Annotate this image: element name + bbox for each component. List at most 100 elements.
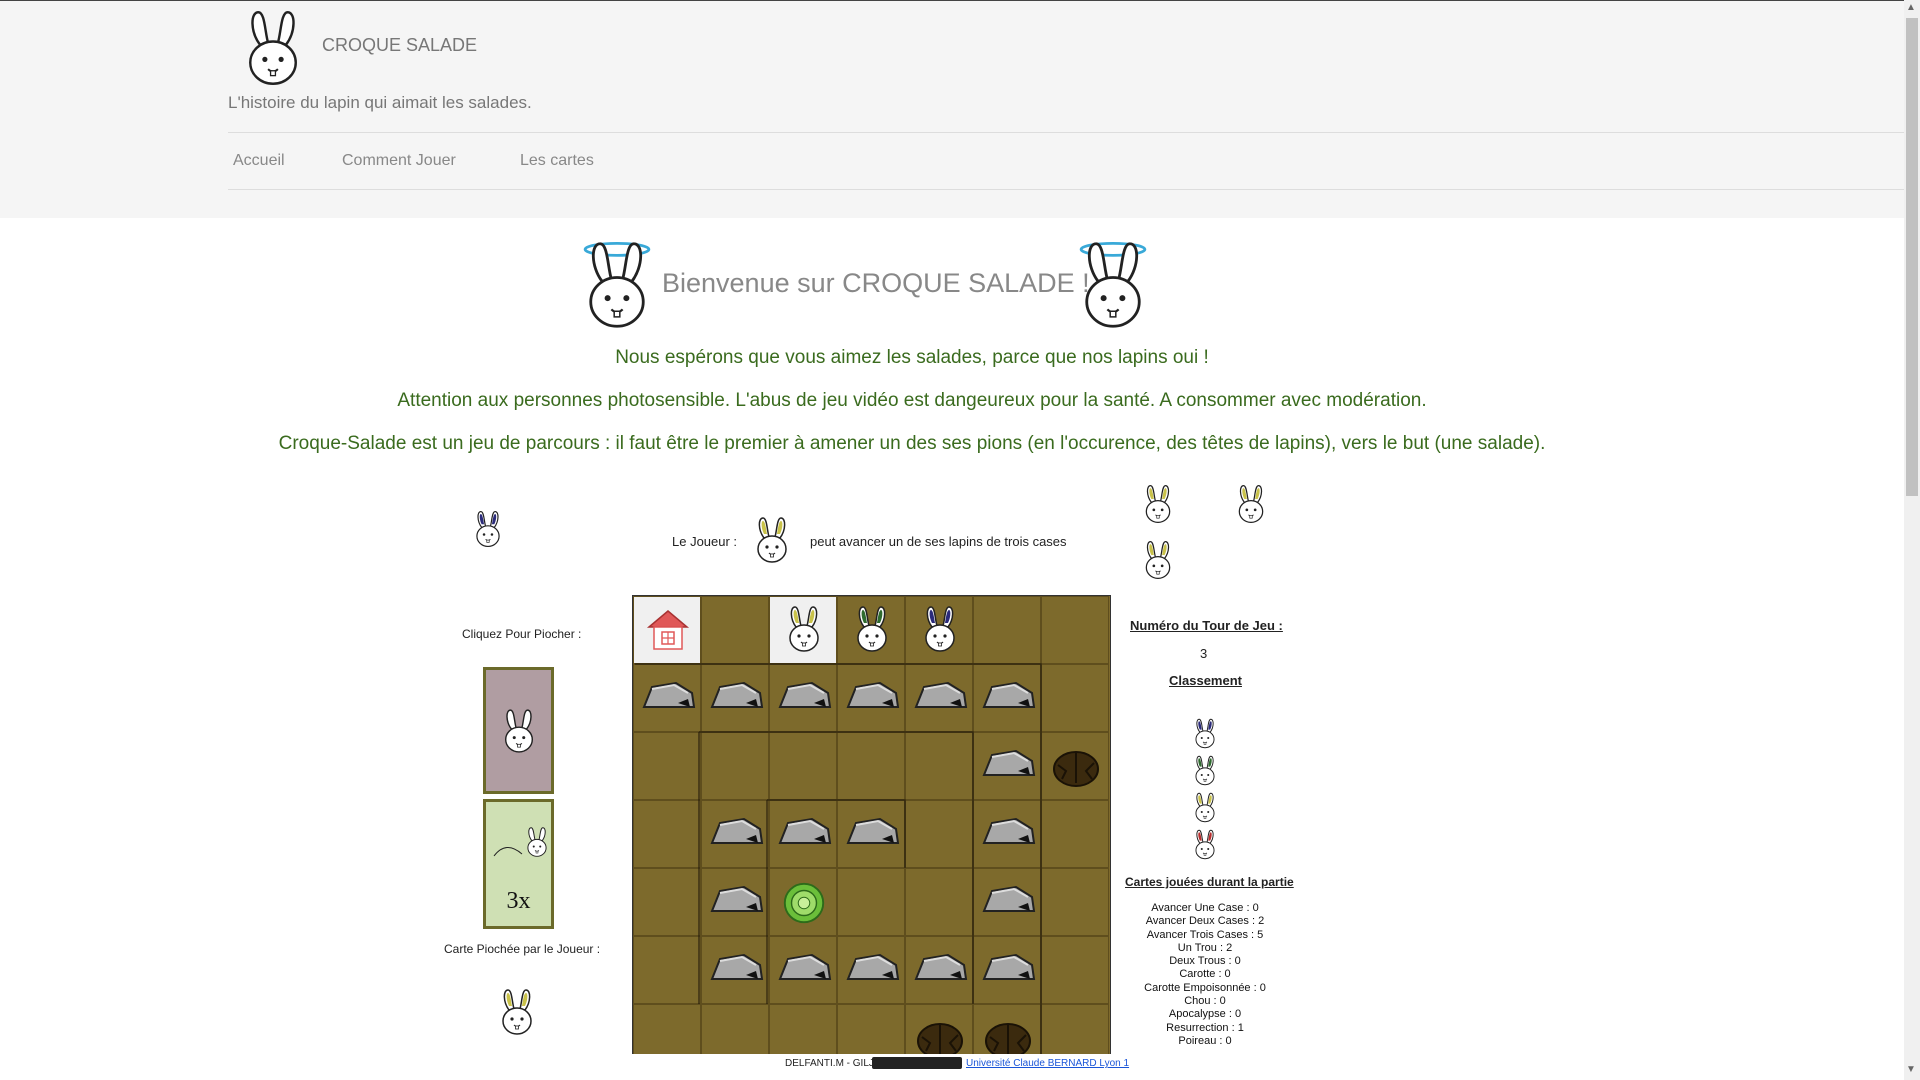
site-tagline: L'histoire du lapin qui aimait les salad… (228, 93, 532, 112)
board-cell[interactable] (769, 596, 837, 664)
rock-icon (910, 949, 970, 989)
turn-label: Numéro du Tour de Jeu : (1130, 618, 1283, 633)
rock-icon (842, 813, 902, 853)
rock-icon (706, 949, 766, 989)
rock-icon (978, 745, 1038, 785)
board-cell[interactable] (905, 800, 973, 868)
green-bunny-pawn-icon[interactable] (852, 605, 892, 653)
draw-label: Cliquez Pour Piocher : (462, 627, 582, 641)
hole-icon (910, 1015, 970, 1057)
rock-icon (706, 813, 766, 853)
stat-deux-trous: Deux Trous : 0 (1169, 955, 1241, 968)
rock-cell (837, 936, 905, 1004)
rock-cell (973, 732, 1041, 800)
rock-cell (905, 936, 973, 1004)
stat-avancer-deux-cases: Avancer Deux Cases : 2 (1145, 915, 1265, 928)
stat-chou: Chou : 0 (1184, 995, 1226, 1008)
board-cell[interactable] (633, 936, 701, 1004)
rock-cell (973, 936, 1041, 1004)
scrollbar-thumb[interactable] (1906, 18, 1918, 496)
draw-pile-card[interactable] (483, 667, 554, 794)
site-header: CROQUE SALADE L'histoire du lapin qui ai… (0, 1, 1904, 218)
scroll-up-arrow-icon[interactable]: ▲ (1906, 2, 1916, 13)
rock-cell (973, 868, 1041, 936)
rock-icon (706, 677, 766, 717)
board-cell-home[interactable] (633, 596, 701, 664)
board-cell[interactable] (633, 868, 701, 936)
rank-1-bunny-icon (1192, 718, 1218, 749)
drawn-label: Carte Piochée par le Joueur : (444, 942, 601, 956)
rock-icon (978, 677, 1038, 717)
bunny-logo-icon[interactable] (240, 9, 306, 87)
yellow-bunny-pawn-icon[interactable] (1234, 484, 1268, 524)
board-cell[interactable] (837, 596, 905, 664)
footer-university-link[interactable]: Université Claude BERNARD Lyon 1 (966, 1058, 1129, 1069)
drawn-card: 3x (483, 799, 554, 929)
stat-avancer-une-case: Avancer Une Case : 0 (1151, 902, 1259, 914)
yellow-bunny-pawn-icon[interactable] (1141, 484, 1175, 524)
board-cell[interactable] (1041, 664, 1109, 732)
scroll-down-arrow-icon[interactable]: ▼ (1906, 1064, 1916, 1075)
rock-icon (978, 813, 1038, 853)
rock-icon (774, 949, 834, 989)
rock-cell (769, 664, 837, 732)
player-action: peut avancer un de ses lapins de trois c… (810, 534, 1067, 549)
creative-commons-badge-icon[interactable] (872, 1057, 962, 1069)
rock-icon (978, 949, 1038, 989)
stat-poireau: Poireau : 0 (1178, 1034, 1232, 1047)
drawing-player-bunny-icon (497, 988, 537, 1036)
cards-played-list: Avancer Une Case : 0 Avancer Deux Cases … (1080, 902, 1330, 1048)
board-cell[interactable] (633, 800, 701, 868)
salad-goal-cell[interactable] (769, 868, 837, 936)
rules-message: Croque-Salade est un jeu de parcours : i… (278, 433, 1546, 454)
board-cell[interactable] (633, 732, 701, 800)
yellow-bunny-pawn-icon[interactable] (784, 605, 824, 653)
board-cell[interactable] (769, 732, 837, 800)
board-cell[interactable] (633, 1004, 701, 1056)
board-cell[interactable] (905, 868, 973, 936)
board-cell[interactable] (837, 868, 905, 936)
stat-un-trou: Un Trou : 2 (1177, 941, 1233, 954)
rock-cell (701, 868, 769, 936)
rank-4-bunny-icon (1192, 829, 1218, 860)
board-cell[interactable] (973, 596, 1041, 664)
stat-carotte-empoisonnee: Carotte Empoisonnée : 0 (1144, 981, 1266, 994)
rock-icon (978, 881, 1038, 921)
divider (228, 189, 1904, 190)
stat-avancer-trois-cases: Avancer Trois Cases : 5 (1146, 928, 1264, 941)
board-cell[interactable] (837, 732, 905, 800)
stat-resurrection: Resurrection : 1 (1166, 1021, 1244, 1034)
board-cell[interactable] (701, 596, 769, 664)
rock-cell (701, 800, 769, 868)
welcome-title: Bienvenue sur CROQUE SALADE ! (662, 268, 1090, 298)
board-cell[interactable] (905, 596, 973, 664)
board-cell[interactable] (1041, 596, 1109, 664)
blue-bunny-icon (472, 510, 504, 548)
nav-comment-jouer[interactable]: Comment Jouer (342, 152, 456, 170)
board-cell[interactable] (769, 1004, 837, 1056)
rank-3-bunny-icon (1192, 792, 1218, 823)
yellow-bunny-pawn-icon[interactable] (1141, 540, 1175, 580)
board-cell[interactable] (1041, 800, 1109, 868)
nav-accueil[interactable]: Accueil (233, 152, 285, 170)
board-cell[interactable] (701, 1004, 769, 1056)
board-cell[interactable] (837, 1004, 905, 1056)
rock-cell (769, 800, 837, 868)
hole-cell (1041, 732, 1109, 800)
rock-icon (842, 949, 902, 989)
card-multiplier: 3x (506, 888, 531, 914)
rock-cell (837, 664, 905, 732)
board-cell[interactable] (701, 732, 769, 800)
blue-bunny-pawn-icon[interactable] (920, 605, 960, 653)
rock-icon (910, 677, 970, 717)
rock-cell (973, 664, 1041, 732)
hole-icon (978, 1015, 1038, 1057)
nav-les-cartes[interactable]: Les cartes (520, 152, 594, 170)
rock-icon (706, 881, 766, 921)
board-cell[interactable] (905, 732, 973, 800)
site-title[interactable]: CROQUE SALADE (322, 35, 477, 56)
salad-icon (780, 879, 828, 927)
house-icon (643, 605, 693, 655)
rank-2-bunny-icon (1192, 755, 1218, 786)
rock-cell (701, 936, 769, 1004)
